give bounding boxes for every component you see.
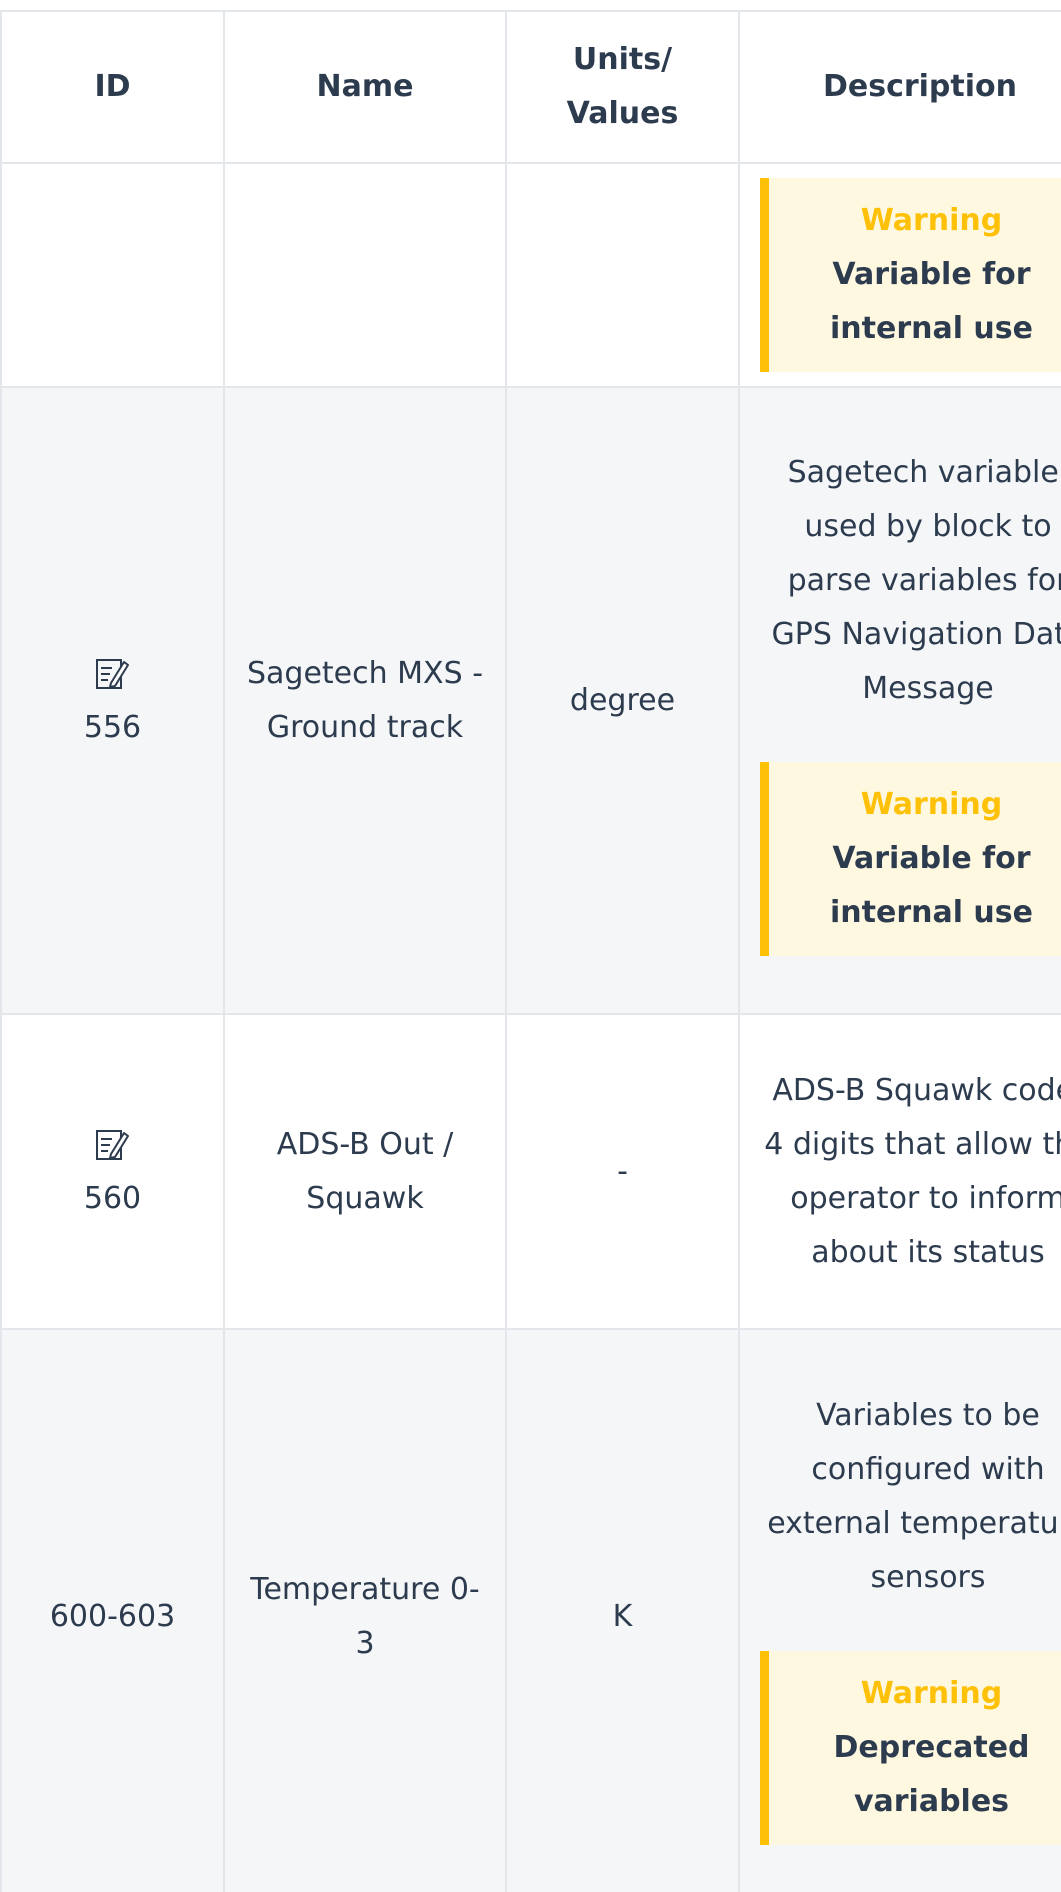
variables-table-container: ID Name Units/ Values Description Warnin… [0,10,1061,1892]
cell-name: Temperature 0-3 [223,1328,507,1892]
cell-description: Warning Variable for internal use [738,162,1061,388]
cell-units [505,162,740,388]
warning-callout: Warning Variable for internal use [760,761,1061,956]
warning-body: Variable for internal use [829,257,1033,346]
header-description: Description [738,10,1061,164]
cell-id: 600-603 [0,1328,225,1892]
cell-description: Variables to be configured with external… [738,1328,1061,1892]
table-row: Warning Variable for internal use [0,162,1061,388]
cell-description: Sagetech variable, used by block to pars… [738,386,1061,1015]
header-name: Name [223,10,507,164]
edit-icon[interactable] [94,656,130,692]
cell-name: ADS-B Out / Squawk [223,1013,507,1330]
table-row: 556 Sagetech MXS - Ground track degree S… [0,386,1061,1015]
warning-title: Warning [860,203,1003,238]
variable-id: 556 [83,709,142,745]
cell-name: Sagetech MXS - Ground track [223,386,507,1015]
warning-body: Variable for internal use [829,840,1033,930]
warning-title: Warning [860,786,1003,822]
description-text: Variables to be configured with external… [767,1397,1061,1595]
table-row: 560 ADS-B Out / Squawk - ADS-B Squawk co… [0,1013,1061,1330]
description-text: Sagetech variable, used by block to pars… [771,454,1061,706]
header-units: Units/ Values [505,10,740,164]
cell-units: - [505,1013,740,1330]
warning-callout: Warning Deprecated variables [760,1650,1061,1845]
cell-id: 560 [0,1013,225,1330]
cell-units: degree [505,386,740,1015]
warning-callout: Warning Variable for internal use [760,178,1061,372]
table-header-row: ID Name Units/ Values Description [0,10,1061,164]
table-row: 600-603 Temperature 0-3 K Variables to b… [0,1328,1061,1892]
variables-table: ID Name Units/ Values Description Warnin… [0,10,1061,1892]
header-units-label: Units/ Values [566,42,679,131]
cell-name [223,162,507,388]
variable-id: 560 [83,1180,142,1216]
cell-id [0,162,225,388]
cell-id: 556 [0,386,225,1015]
warning-title: Warning [860,1675,1003,1711]
cell-description: ADS-B Squawk code, 4 digits that allow t… [738,1013,1061,1330]
warning-body: Deprecated variables [833,1729,1030,1819]
edit-icon[interactable] [94,1127,130,1163]
cell-units: K [505,1328,740,1892]
description-text: ADS-B Squawk code, 4 digits that allow t… [764,1072,1061,1270]
header-id: ID [0,10,225,164]
